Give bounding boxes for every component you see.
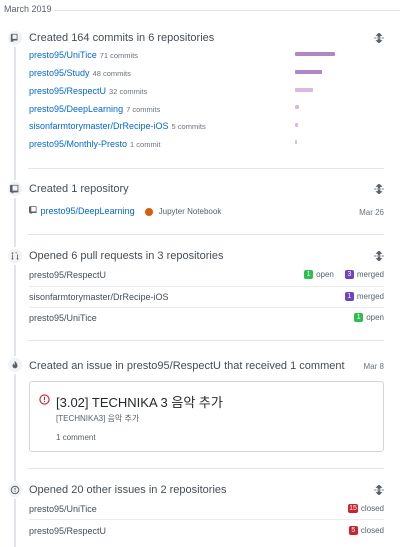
closed-count: 5 (348, 526, 358, 535)
issue-row: presto95/UniTice (29, 504, 97, 514)
repo-link[interactable]: presto95/UniTice (29, 50, 97, 60)
merged-label: merged (356, 270, 384, 279)
closed-count: 15 (348, 504, 358, 513)
open-label: open (316, 270, 334, 279)
language-color-dot (145, 207, 154, 216)
issue-date: Mar 8 (363, 362, 384, 371)
repo-link[interactable]: sisonfarmtorymaster/DrRecipe-iOS (29, 121, 169, 131)
row-divider (29, 307, 384, 308)
open-count: 1 (354, 313, 364, 322)
issue-title-suffix: that received 1 comment (221, 360, 345, 372)
row-divider (29, 286, 384, 287)
issue-title-prefix: Created an issue in (29, 360, 127, 372)
repo-link[interactable]: presto95/RespectU (29, 86, 106, 96)
pr-status: 1 merged (344, 292, 384, 301)
section-divider (28, 340, 384, 341)
commit-bar (295, 52, 335, 56)
issue-status: 15 closed (348, 504, 384, 513)
month-heading: March 2019 (4, 4, 52, 14)
merged-label: merged (356, 292, 384, 301)
unfold-icon[interactable] (374, 33, 384, 43)
commit-count: 5 commits (171, 122, 206, 131)
open-count: 1 (304, 270, 314, 279)
unfold-icon[interactable] (374, 251, 384, 261)
pr-status: 1 open (354, 313, 384, 322)
commit-row: presto95/Study 48 commits (29, 68, 131, 78)
created-repo-date: Mar 26 (359, 208, 384, 217)
section-divider (28, 468, 384, 469)
issue-card[interactable]: [3.02] TECHNIKA 3 음악 추가 [TECHNIKA3] 음악 추… (29, 381, 384, 452)
open-label: open (366, 313, 384, 322)
commit-row: presto95/UniTice 71 commits (29, 50, 138, 60)
repo-name[interactable]: presto95/RespectU (29, 270, 106, 280)
row-divider (29, 519, 384, 520)
commit-bar (295, 123, 298, 127)
other-issues-title: Opened 20 other issues in 2 repositories (29, 484, 227, 496)
pull-request-icon (6, 247, 24, 265)
unfold-icon[interactable] (374, 184, 384, 194)
repo-link[interactable]: presto95/Monthly-Presto (29, 139, 127, 149)
merged-count: 1 (344, 292, 354, 301)
pull-requests-title: Opened 6 pull requests in 3 repositories (29, 250, 224, 262)
closed-label: closed (360, 504, 384, 513)
repo-link[interactable]: presto95/DeepLearning (29, 104, 123, 114)
issue-comment-count[interactable]: 1 comment (56, 433, 96, 442)
commit-count: 1 commit (130, 140, 161, 149)
commit-count: 7 commits (126, 105, 161, 114)
issue-section-title: Created an issue in presto95/RespectU th… (29, 360, 345, 372)
closed-label: closed (360, 526, 384, 535)
repo-icon (6, 180, 24, 198)
pr-row: sisonfarmtorymaster/DrRecipe-iOS (29, 292, 169, 302)
commit-row: presto95/RespectU 32 commits (29, 86, 147, 96)
commit-row: presto95/Monthly-Presto 1 commit (29, 139, 160, 149)
commits-title: Created 164 commits in 6 repositories (29, 32, 215, 44)
commit-count: 48 commits (92, 69, 131, 78)
created-repo-row: presto95/DeepLearning Jupyter Notebook (27, 205, 222, 216)
timeline-line (14, 30, 16, 547)
repo-name[interactable]: presto95/UniTice (29, 313, 97, 323)
flame-icon (6, 356, 24, 374)
issue-opened-icon (6, 481, 24, 499)
issue-body: [TECHNIKA3] 음악 추가 (56, 414, 140, 423)
merged-count: 3 (344, 270, 354, 279)
issue-status: 5 closed (348, 526, 384, 535)
commit-row: sisonfarmtorymaster/DrRecipe-iOS 5 commit… (29, 121, 206, 131)
repo-link[interactable]: presto95/RespectU (127, 360, 221, 372)
commit-bar (295, 105, 299, 109)
month-divider (54, 10, 400, 11)
commit-count: 32 commits (109, 87, 148, 96)
pr-row: presto95/RespectU (29, 270, 106, 280)
issue-opened-icon (39, 394, 50, 405)
pr-row: presto95/UniTice (29, 313, 97, 323)
commit-row: presto95/DeepLearning 7 commits (29, 104, 160, 114)
repo-name[interactable]: presto95/RespectU (29, 526, 106, 536)
repo-link[interactable]: presto95/DeepLearning (41, 206, 135, 216)
section-divider (28, 168, 384, 169)
repo-name[interactable]: sisonfarmtorymaster/DrRecipe-iOS (29, 292, 169, 302)
repo-link[interactable]: presto95/Study (29, 68, 90, 78)
commit-bar (295, 140, 297, 144)
pr-status: 1 open 3 merged (304, 270, 384, 279)
repo-push-icon (6, 29, 24, 47)
commit-bar (295, 70, 322, 74)
repo-icon (27, 206, 37, 215)
created-repo-title: Created 1 repository (29, 183, 129, 195)
language-label: Jupyter Notebook (158, 207, 222, 216)
issue-title[interactable]: [3.02] TECHNIKA 3 음악 추가 (56, 392, 223, 411)
commit-bar (295, 88, 313, 92)
commit-count: 71 commits (99, 51, 139, 60)
unfold-icon[interactable] (374, 485, 384, 495)
section-divider (28, 234, 384, 235)
issue-row: presto95/RespectU (29, 526, 106, 536)
repo-name[interactable]: presto95/UniTice (29, 504, 97, 514)
